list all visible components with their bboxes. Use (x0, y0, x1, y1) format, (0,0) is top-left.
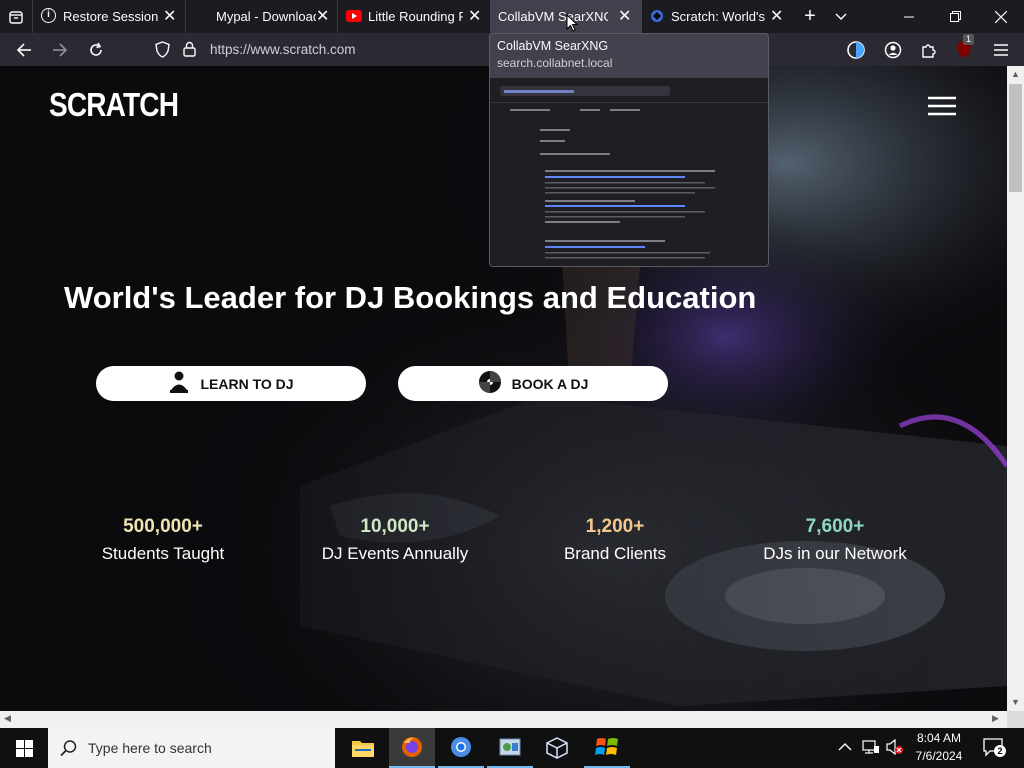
hero-headline: World's Leader for DJ Bookings and Educa… (64, 280, 757, 315)
info-icon: i (41, 8, 56, 23)
reload-icon[interactable] (82, 37, 110, 63)
new-tab-icon[interactable]: + (797, 4, 823, 29)
minimize-icon[interactable] (886, 0, 932, 33)
control-panel-taskbar-icon[interactable] (487, 728, 533, 768)
hamburger-menu-icon[interactable] (988, 38, 1014, 62)
vertical-scroll-thumb[interactable] (1009, 84, 1022, 192)
extension-badge-count: 1 (963, 34, 975, 45)
site-logo[interactable]: SCRATCH (49, 86, 179, 124)
dj-student-icon (168, 370, 190, 397)
tab-restore-session[interactable]: i Restore Session ✕ (32, 0, 184, 33)
clock-date[interactable]: 7/6/2024 (910, 749, 968, 763)
preview-url: search.collabnet.local (497, 56, 613, 70)
scratch-favicon (650, 9, 664, 23)
stat-label: DJ Events Annually (321, 544, 469, 563)
forward-icon[interactable] (46, 37, 74, 63)
windows-xp-taskbar-icon[interactable] (584, 728, 630, 768)
stat-label: Students Taught (101, 544, 225, 563)
tab-list-icon[interactable] (2, 4, 30, 29)
youtube-icon (346, 10, 362, 22)
notification-center-icon[interactable]: 2 (982, 737, 1006, 762)
preview-title: CollabVM SearXNG (497, 39, 609, 53)
learn-to-dj-button[interactable]: LEARN TO DJ (96, 366, 366, 401)
close-tab-icon[interactable]: ✕ (163, 6, 176, 26)
windows-taskbar: Type here to search 8:04 AM 7/6/2024 2 (0, 728, 1024, 768)
url-text: https://www.scratch.com (210, 42, 356, 57)
account-icon[interactable] (880, 38, 906, 62)
volume-muted-icon[interactable] (886, 738, 904, 760)
network-icon[interactable] (862, 739, 880, 760)
scroll-left-arrow-icon[interactable]: ◀ (4, 713, 11, 724)
show-hidden-icons-chevron-icon[interactable] (838, 739, 852, 757)
close-window-icon[interactable] (978, 0, 1024, 33)
stat-number: 500,000+ (123, 516, 203, 537)
scroll-up-arrow-icon[interactable]: ▲ (1011, 69, 1020, 79)
search-icon (60, 739, 78, 762)
search-placeholder: Type here to search (88, 740, 212, 756)
stat-number: 10,000+ (360, 516, 430, 537)
firefox-taskbar-icon[interactable] (389, 728, 435, 768)
tab-title: Little Rounding P (368, 9, 463, 24)
stat-label: DJs in our Network (763, 544, 907, 563)
close-tab-icon[interactable]: ✕ (468, 6, 481, 26)
stat-label: Brand Clients (563, 544, 667, 563)
tab-little-rounding[interactable]: Little Rounding P ✕ (337, 0, 489, 33)
vinyl-record-icon (478, 370, 502, 397)
lock-icon[interactable] (183, 41, 196, 62)
scroll-right-arrow-icon[interactable]: ▶ (992, 713, 999, 724)
file-explorer-icon[interactable] (342, 728, 384, 768)
book-a-dj-button[interactable]: BOOK A DJ (398, 366, 668, 401)
mouse-cursor-icon (566, 13, 579, 37)
ublock-origin-icon[interactable]: 1 (951, 34, 977, 62)
close-tab-icon[interactable]: ✕ (316, 6, 329, 26)
tab-scratch[interactable]: Scratch: World's L ✕ (642, 0, 792, 33)
extensions-puzzle-icon[interactable] (916, 38, 942, 62)
back-icon[interactable] (10, 37, 38, 63)
learn-to-dj-label: LEARN TO DJ (200, 375, 294, 392)
book-a-dj-label: BOOK A DJ (511, 375, 589, 392)
tab-title: Mypal - Download (216, 9, 316, 24)
site-menu-icon[interactable] (928, 96, 956, 116)
clock-time[interactable]: 8:04 AM (910, 731, 968, 745)
vertical-scrollbar[interactable]: ▲ ▼ (1007, 66, 1024, 711)
windows-start-icon[interactable] (0, 728, 48, 768)
notification-count-badge: 2 (994, 745, 1006, 757)
tracking-protection-shield-icon[interactable] (155, 41, 170, 63)
stat-number: 1,200+ (585, 516, 645, 537)
tab-title: Restore Session (63, 9, 158, 24)
3d-viewer-taskbar-icon[interactable] (536, 728, 578, 768)
stat-number: 7,600+ (805, 516, 865, 537)
restore-window-icon[interactable] (932, 0, 978, 33)
close-tab-icon[interactable]: ✕ (770, 6, 783, 26)
chrome-taskbar-icon[interactable] (438, 728, 484, 768)
list-all-tabs-icon[interactable] (828, 4, 854, 29)
horizontal-scrollbar[interactable]: ◀ ▶ (0, 711, 1007, 728)
tab-title: CollabVM SearXNG (498, 9, 608, 24)
scroll-down-arrow-icon[interactable]: ▼ (1011, 697, 1020, 707)
taskbar-search-box[interactable]: Type here to search (48, 728, 335, 768)
tab-mypal-download[interactable]: Mypal - Download ✕ (185, 0, 337, 33)
close-tab-icon[interactable]: ✕ (618, 6, 631, 26)
tab-hover-preview: CollabVM SearXNG search.collabnet.local (489, 33, 769, 267)
scrollbar-corner (1007, 711, 1024, 728)
vpn-extension-icon[interactable] (843, 38, 869, 62)
tab-strip: i Restore Session ✕ Mypal - Download ✕ L… (0, 0, 1024, 33)
tab-title: Scratch: World's L (671, 9, 766, 24)
preview-thumbnail (490, 78, 768, 266)
